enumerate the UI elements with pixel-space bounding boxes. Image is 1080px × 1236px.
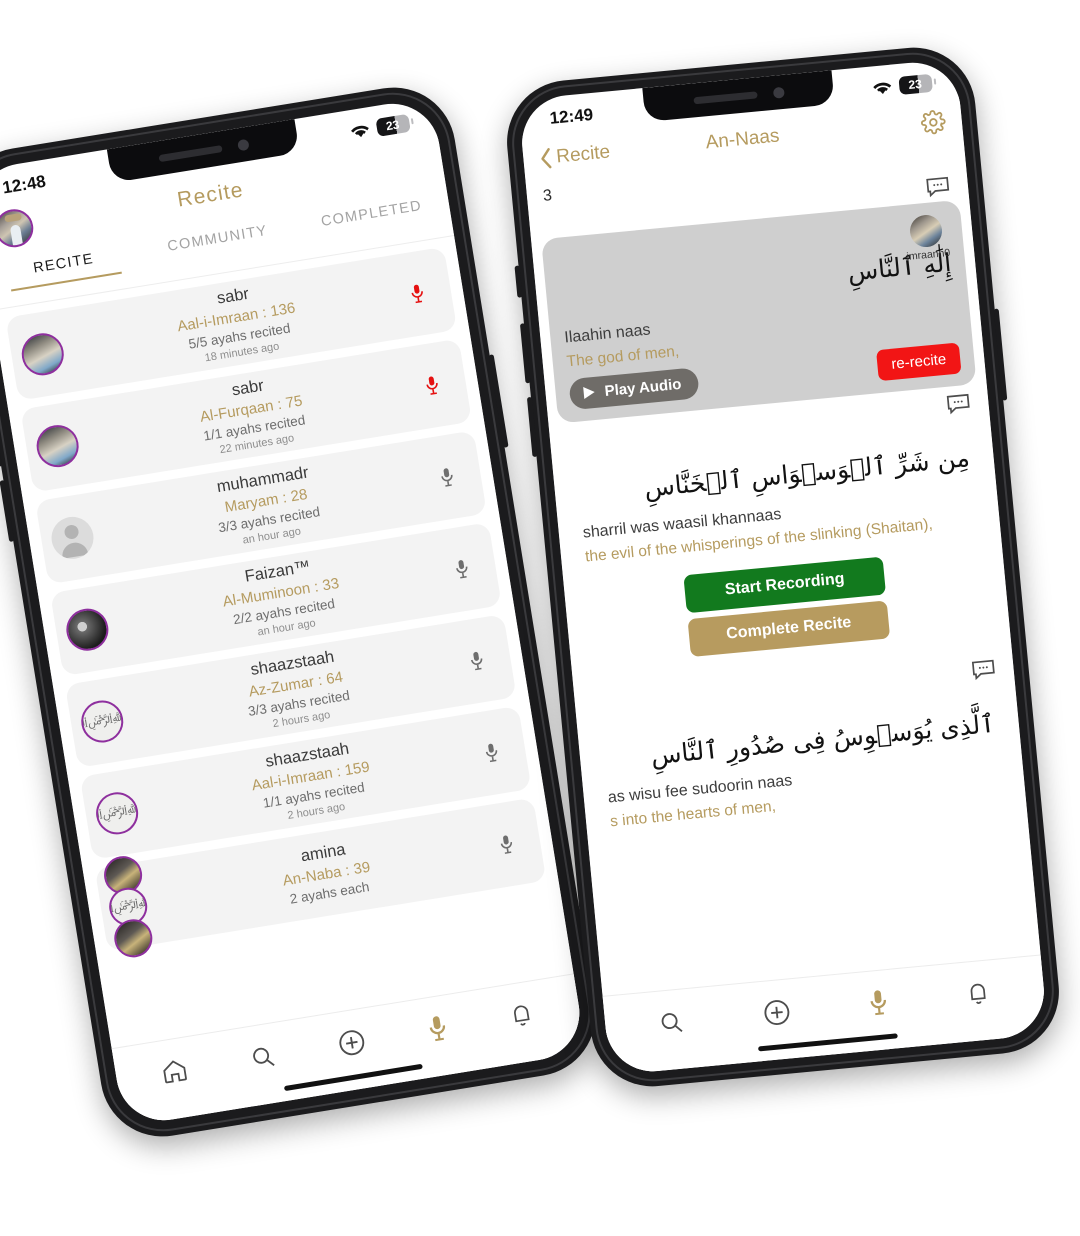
earpiece-speaker: [157, 144, 223, 162]
avatar-detail-hat: [3, 212, 22, 223]
mic-icon-gray[interactable]: [439, 464, 472, 489]
verse-author[interactable]: imraann0: [903, 213, 951, 263]
wifi-icon: [349, 122, 371, 140]
status-time: 12:48: [1, 171, 48, 198]
plus-circle-icon[interactable]: [761, 996, 794, 1029]
mic-icon-gray[interactable]: [454, 555, 487, 580]
power-button[interactable]: [993, 308, 1008, 401]
re-recite-button[interactable]: re-recite: [875, 342, 962, 381]
power-button[interactable]: [488, 354, 509, 448]
mic-icon-red[interactable]: [409, 280, 442, 305]
mic-icon-gray[interactable]: [484, 739, 517, 764]
search-icon[interactable]: [248, 1042, 278, 1072]
earpiece-speaker: [692, 90, 758, 104]
comment-icon[interactable]: [971, 658, 997, 681]
list-item-avatar[interactable]: [33, 422, 82, 471]
volume-up-button[interactable]: [519, 323, 531, 384]
list-item-avatar[interactable]: [63, 605, 112, 654]
page-title: Recite: [175, 178, 246, 212]
front-camera: [236, 138, 250, 151]
back-button[interactable]: Recite: [538, 141, 611, 170]
search-icon[interactable]: [657, 1008, 685, 1036]
play-triangle-icon: [582, 385, 596, 400]
battery-indicator: 23: [898, 73, 933, 95]
status-indicators: 23: [872, 73, 933, 98]
play-audio-label: Play Audio: [603, 375, 683, 400]
phone-right: 12:49 23 Recite An-Naas 3 imraann0 إِلَٰ…: [501, 42, 1065, 1092]
mic-icon[interactable]: [427, 1014, 449, 1044]
avatar-detail-shirt: [9, 223, 23, 246]
wifi-icon: [872, 79, 893, 96]
verse-list[interactable]: 3 imraann0 إِلَٰهِ ٱلنَّاسِ Ilaahin naas…: [525, 144, 1049, 1076]
play-audio-button[interactable]: Play Audio: [568, 366, 700, 410]
back-label: Recite: [555, 141, 612, 168]
mic-icon-gray[interactable]: [499, 831, 532, 856]
volume-down-button[interactable]: [0, 480, 15, 543]
left-screen: 12:48 23 Recite RECITE COMMUNITY COMPLET…: [0, 96, 587, 1128]
battery-indicator: 23: [375, 113, 411, 137]
volume-up-button[interactable]: [0, 405, 3, 468]
phone-left: 12:48 23 Recite RECITE COMMUNITY COMPLET…: [0, 78, 605, 1146]
mute-switch[interactable]: [514, 265, 523, 298]
volume-down-button[interactable]: [526, 396, 538, 458]
front-camera: [772, 86, 785, 99]
bell-icon[interactable]: [964, 978, 992, 1007]
bell-icon[interactable]: [506, 999, 536, 1030]
right-screen: 12:49 23 Recite An-Naas 3 imraann0 إِلَٰ…: [517, 58, 1049, 1076]
list-item-avatar[interactable]: [78, 697, 127, 746]
home-icon[interactable]: [159, 1055, 190, 1086]
plus-circle-icon[interactable]: [335, 1025, 369, 1059]
list-item-avatar[interactable]: [18, 330, 67, 379]
list-item-avatar-placeholder[interactable]: [48, 513, 97, 562]
avatar[interactable]: [908, 213, 944, 249]
status-indicators: 23: [349, 113, 411, 141]
mic-icon-gray[interactable]: [469, 647, 502, 672]
comment-icon[interactable]: [946, 392, 972, 415]
mic-icon[interactable]: [868, 988, 888, 1017]
screenshot-canvas: 12:48 23 Recite RECITE COMMUNITY COMPLET…: [0, 0, 1080, 1236]
verse-card[interactable]: مِن شَرِّ ٱلۡوَسۡوَاسِ ٱلۡخَنَّاسِ sharr…: [561, 416, 1002, 689]
status-time: 12:49: [548, 104, 594, 128]
list-item-avatar[interactable]: [93, 789, 142, 838]
verse-card-active[interactable]: imraann0 إِلَٰهِ ٱلنَّاسِ Ilaahin naas T…: [541, 199, 977, 424]
gear-icon[interactable]: [920, 108, 947, 135]
mic-icon-red[interactable]: [424, 372, 457, 397]
chevron-left-icon: [538, 147, 553, 170]
comment-icon[interactable]: [925, 176, 951, 199]
